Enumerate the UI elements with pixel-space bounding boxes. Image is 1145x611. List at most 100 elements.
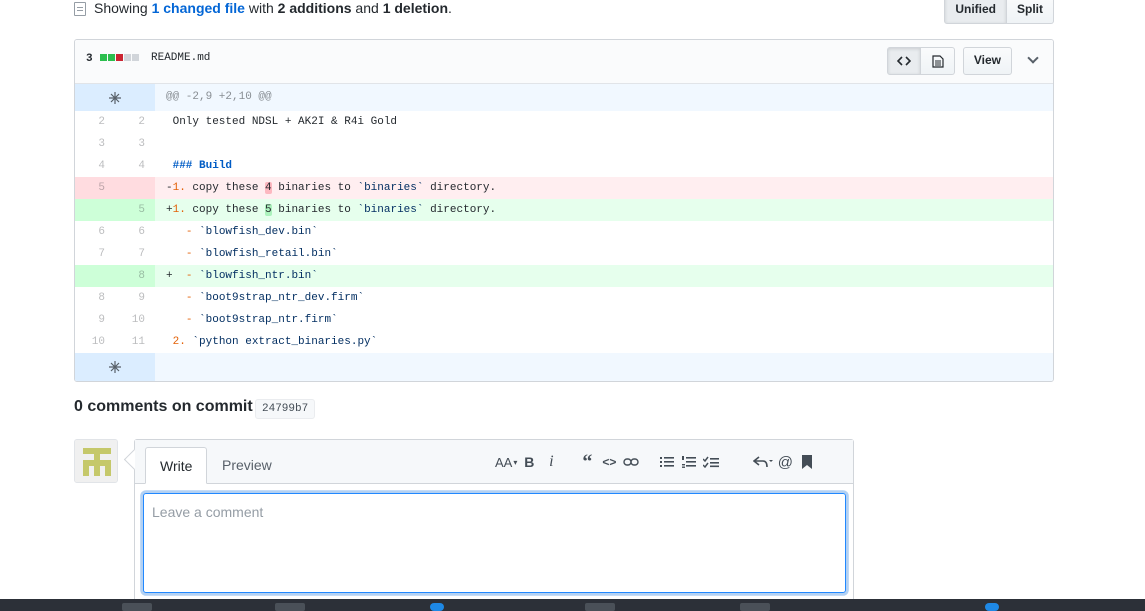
context-line: 44 ### Build [75, 155, 1053, 177]
deleted-line: 5 -1. copy these 4 binaries to `binaries`… [75, 177, 1053, 199]
code-text: + [166, 270, 186, 282]
new-line-number[interactable]: 10 [115, 309, 155, 331]
bold-icon[interactable]: B [519, 452, 539, 472]
avatar[interactable] [74, 439, 118, 483]
context-line: 77 - `blowfish_retail.bin` [75, 243, 1053, 265]
diff-table: @@ -2,9 +2,10 @@ 22 Only tested NDSL + A… [75, 84, 1053, 381]
list-icon[interactable] [657, 452, 677, 472]
inline-code: `blowfish_dev.bin` [192, 226, 318, 238]
task-list-icon[interactable] [701, 452, 721, 472]
line-code: - `blowfish_dev.bin` [155, 221, 1053, 243]
new-line-number[interactable]: 11 [115, 331, 155, 353]
markdown-toolbar: AA ▾ B i “ <> @ [495, 451, 819, 473]
line-code [155, 133, 1053, 155]
heading-icon[interactable]: AA ▾ [495, 452, 517, 472]
code-text: copy these [185, 204, 266, 216]
heading-label: AA [495, 454, 513, 470]
list-number: 1. [172, 182, 186, 194]
tray-item[interactable] [985, 603, 999, 611]
mention-icon[interactable]: @ [775, 452, 795, 472]
new-line-number[interactable] [115, 177, 155, 199]
file-diff: 3 README.md View @@ -2,9 +2,10 @@ 22 Onl… [74, 39, 1054, 382]
diffstat-block [116, 54, 123, 61]
line-code: - `boot9strap_ntr_dev.firm` [155, 287, 1053, 309]
line-code: Only tested NDSL + AK2I & R4i Gold [166, 116, 398, 128]
taskbar-item[interactable] [275, 603, 305, 611]
hunk-footer [75, 353, 1053, 381]
split-button[interactable]: Split [1007, 0, 1054, 24]
rich-diff-icon[interactable] [921, 47, 955, 75]
diff-sign: - [166, 182, 173, 194]
code-text: binaries to [271, 182, 358, 194]
comment-box [143, 493, 846, 593]
list-number: 1. [172, 204, 186, 216]
inline-code: `python extract_binaries.py` [185, 336, 378, 348]
hunk-footer-spacer [155, 353, 1053, 381]
file-header: 3 README.md View [75, 40, 1053, 84]
composer-header: Write Preview AA ▾ B i “ <> @ [135, 440, 853, 484]
link-icon[interactable] [621, 452, 641, 472]
new-line-number[interactable]: 2 [115, 111, 155, 133]
taskbar-item[interactable] [585, 603, 615, 611]
line-code: +1. copy these 5 binaries to `binaries` … [155, 199, 1053, 221]
expand-up-icon[interactable] [75, 84, 155, 111]
chevron-down-icon[interactable] [1027, 52, 1039, 64]
changed-word: 4 [265, 182, 272, 194]
taskbar-item[interactable] [740, 603, 770, 611]
ordered-list-icon[interactable] [679, 452, 699, 472]
old-line-number[interactable] [75, 199, 115, 221]
new-line-number[interactable]: 5 [115, 199, 155, 221]
old-line-number[interactable]: 6 [75, 221, 115, 243]
old-line-number[interactable]: 2 [75, 111, 115, 133]
unified-button[interactable]: Unified [944, 0, 1007, 24]
old-line-number[interactable]: 9 [75, 309, 115, 331]
markdown-heading: ### Build [172, 160, 233, 172]
expand-down-icon[interactable] [75, 353, 155, 381]
view-file-button[interactable]: View [962, 47, 1012, 75]
old-line-number[interactable]: 7 [75, 243, 115, 265]
added-line: 8 + - `blowfish_ntr.bin` [75, 265, 1053, 287]
caret-down-icon: ▾ [513, 457, 518, 467]
changed-word: 5 [265, 204, 272, 216]
new-line-number[interactable]: 9 [115, 287, 155, 309]
new-line-number[interactable]: 7 [115, 243, 155, 265]
code-text: copy these [185, 182, 266, 194]
changed-files-link[interactable]: 1 changed file [152, 0, 245, 16]
new-line-number[interactable]: 4 [115, 155, 155, 177]
new-line-number[interactable]: 3 [115, 133, 155, 155]
diffstat-bar [100, 54, 139, 61]
taskbar-item[interactable] [430, 603, 444, 611]
new-line-number[interactable]: 6 [115, 221, 155, 243]
deletions-count: 1 deletion [382, 0, 449, 16]
diffstat-block [132, 54, 139, 61]
old-line-number[interactable]: 4 [75, 155, 115, 177]
old-line-number[interactable]: 10 [75, 331, 115, 353]
quote-icon[interactable]: “ [577, 451, 597, 473]
diff-summary: Showing 1 changed file with 2 additions … [94, 0, 452, 17]
line-code: - `blowfish_retail.bin` [155, 243, 1053, 265]
old-line-number[interactable] [75, 265, 115, 287]
tab-write[interactable]: Write [145, 447, 208, 484]
new-line-number[interactable]: 8 [115, 265, 155, 287]
italic-icon[interactable]: i [541, 452, 561, 472]
comments-heading: 0 comments on commit [74, 398, 253, 415]
code-icon[interactable]: <> [599, 452, 619, 472]
file-name[interactable]: README.md [151, 52, 210, 64]
tab-preview[interactable]: Preview [208, 447, 286, 484]
bookmark-icon[interactable] [797, 452, 817, 472]
old-line-number[interactable]: 3 [75, 133, 115, 155]
taskbar-item[interactable] [122, 603, 152, 611]
line-code: ### Build [155, 155, 1053, 177]
line-code: 2. `python extract_binaries.py` [155, 331, 1053, 353]
commit-sha: 24799b7 [255, 399, 316, 419]
code-icon[interactable] [887, 47, 921, 75]
old-line-number[interactable]: 8 [75, 287, 115, 309]
reply-icon[interactable] [753, 452, 774, 472]
line-code: - `boot9strap_ntr.firm` [155, 309, 1053, 331]
comment-textarea[interactable] [144, 494, 845, 592]
old-line-number[interactable]: 5 [75, 177, 115, 199]
